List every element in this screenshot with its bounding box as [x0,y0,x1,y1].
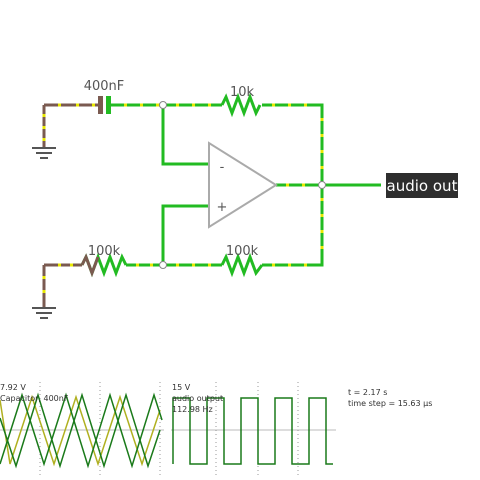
feedback-resistor[interactable]: 10k [220,85,262,118]
scope2-frequency: 112.98 Hz [172,405,213,414]
sim-info: t = 2.17 s time step = 15.63 μs [348,388,432,408]
ground-icon[interactable] [32,307,56,319]
scope2-name: audio output [172,394,223,403]
scope-capacitor[interactable]: 7.92 V Capacitor, 400nF [0,382,164,478]
sim-time: t = 2.17 s [348,388,387,397]
input-resistor-label: 100k [88,244,121,259]
op-amp[interactable]: - + [208,141,278,229]
feedback-resistor-label: 10k [230,85,255,100]
scope1-value: 7.92 V [0,383,26,392]
circuit-canvas[interactable]: 400nF 10k 100k 100k - + audio out 7.92 V… [0,0,480,480]
sim-time-step: time step = 15.63 μs [348,399,432,408]
ground-wires [42,103,100,308]
scope-audio-output[interactable]: 15 V audio output 112.98 Hz [171,382,336,478]
opamp-plus-label: + [217,200,228,215]
opamp-minus-label: - [220,160,225,175]
positive-resistor[interactable]: 100k [220,244,264,278]
scope2-value: 15 V [172,383,191,392]
ground-icon[interactable] [32,147,56,159]
scope1-name: Capacitor, 400nF [0,394,69,403]
audio-out-label[interactable]: audio out [386,173,458,198]
audio-out-text: audio out [387,177,458,195]
positive-resistor-label: 100k [226,244,259,259]
capacitor-label: 400nF [84,79,125,94]
capacitor[interactable]: 400nF [84,79,125,114]
input-resistor[interactable]: 100k [80,244,128,278]
